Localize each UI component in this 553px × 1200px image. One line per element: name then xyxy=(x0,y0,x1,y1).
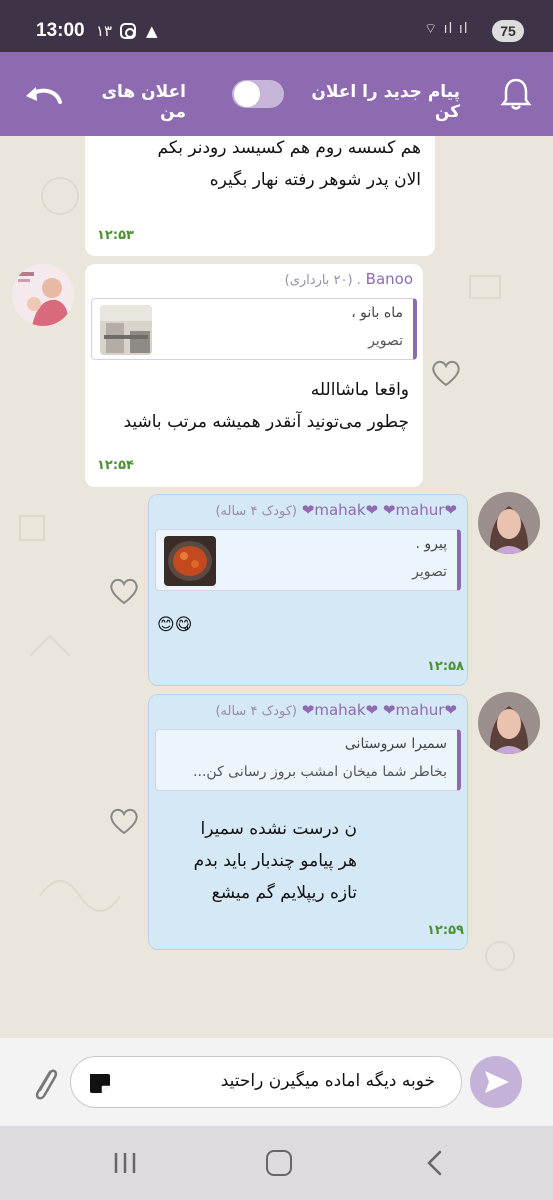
bell-icon[interactable] xyxy=(500,76,532,112)
message-text: واقعا ماشاالله xyxy=(310,380,409,400)
notify-new-message-label: پیام جدید را اعلان کن xyxy=(311,82,460,122)
message-text: الان پدر شوهر رفته نهار بگیره xyxy=(209,170,421,190)
heart-react-icon[interactable] xyxy=(108,576,140,606)
message-bubble[interactable]: هم کسسه روم هم کسیسد رودنر بکم الان پدر … xyxy=(85,136,435,256)
message-time: ۱۲:۵۴ xyxy=(97,458,134,473)
triangle-app-icon: ▲ xyxy=(146,22,158,40)
recent-apps-icon[interactable] xyxy=(112,1151,138,1175)
sender-name-text: ❤mahak❤ ❤mahur❤ xyxy=(301,501,457,519)
heart-react-icon[interactable] xyxy=(430,358,462,388)
avatar[interactable] xyxy=(12,264,74,326)
reply-text: تصویر xyxy=(412,564,447,580)
reply-text: تصویر xyxy=(368,333,403,349)
send-icon xyxy=(485,1071,509,1093)
paperclip-icon[interactable] xyxy=(28,1064,62,1104)
reply-author: ماه بانو ، xyxy=(351,305,403,321)
reply-image-thumbnail xyxy=(100,305,152,355)
sticker-icon[interactable] xyxy=(87,1071,113,1095)
my-notifications-link[interactable]: اعلان های من xyxy=(70,82,186,122)
send-button[interactable] xyxy=(470,1056,522,1108)
message-text: تازه ریپلایم گم میشع xyxy=(211,883,357,903)
message-bubble[interactable]: Banoo . (۲۰ بارداری) ماه بانو ، تصویر وا… xyxy=(85,264,423,487)
message-bubble[interactable]: ❤mahak❤ ❤mahur❤ (کودک ۴ ساله) پیرو . تصو… xyxy=(148,494,468,686)
reply-text: بخاطر شما میخان امشب بروز رسانی کن... xyxy=(193,764,447,780)
reply-author: سمیرا سروستانی xyxy=(344,736,447,752)
chat-area[interactable]: هم کسسه روم هم کسیسد رودنر بکم الان پدر … xyxy=(0,136,553,1038)
message-bubble[interactable]: ❤mahak❤ ❤mahur❤ (کودک ۴ ساله) سمیرا سروس… xyxy=(148,694,468,950)
reply-quote[interactable]: پیرو . تصویر xyxy=(155,529,461,591)
sender-name[interactable]: Banoo . (۲۰ بارداری) xyxy=(285,270,413,288)
avatar[interactable] xyxy=(478,692,540,754)
message-time: ۱۲:۵۸ xyxy=(427,659,464,674)
reply-quote[interactable]: ماه بانو ، تصویر xyxy=(91,298,417,360)
notify-toggle[interactable] xyxy=(232,80,284,108)
message-time: ۱۲:۵۹ xyxy=(427,923,464,938)
signal-icon: ⌔ ıl ıl xyxy=(424,21,469,37)
battery-icon: 75 xyxy=(492,20,524,42)
system-nav-bar xyxy=(0,1126,553,1200)
message-text: 😋😊 xyxy=(157,615,193,635)
message-text: هم کسسه روم هم کسیسد رودنر بکم xyxy=(157,138,421,158)
message-input[interactable]: خوبه دیگه اماده میگیرن راحتید xyxy=(70,1056,462,1108)
instagram-icon xyxy=(120,23,136,39)
clock: 13:00 xyxy=(36,20,85,41)
sender-name[interactable]: ❤mahak❤ ❤mahur❤ (کودک ۴ ساله) xyxy=(215,701,457,719)
app-header: پیام جدید را اعلان کن اعلان های من xyxy=(0,52,553,136)
message-composer: خوبه دیگه اماده میگیرن راحتید xyxy=(0,1038,553,1126)
reply-quote[interactable]: سمیرا سروستانی بخاطر شما میخان امشب بروز… xyxy=(155,729,461,791)
sender-name-text: ❤mahak❤ ❤mahur❤ xyxy=(301,701,457,719)
sender-name-text: Banoo xyxy=(365,270,413,288)
sender-subtitle: (کودک ۴ ساله) xyxy=(215,504,297,519)
sender-name[interactable]: ❤mahak❤ ❤mahur❤ (کودک ۴ ساله) xyxy=(215,501,457,519)
message-input-text: خوبه دیگه اماده میگیرن راحتید xyxy=(220,1071,435,1091)
nav-back-icon[interactable] xyxy=(424,1150,444,1176)
status-bar: 13:00 ۱۳ ▲ ⌔ ıl ıl 75 xyxy=(0,0,553,52)
sender-subtitle: . (۲۰ بارداری) xyxy=(284,273,361,288)
sender-subtitle: (کودک ۴ ساله) xyxy=(215,704,297,719)
notification-count: ۱۳ xyxy=(96,22,113,40)
back-arrow-icon[interactable] xyxy=(22,82,64,108)
reply-author: پیرو . xyxy=(415,536,447,552)
avatar[interactable] xyxy=(478,492,540,554)
reply-image-thumbnail xyxy=(164,536,216,586)
toggle-knob xyxy=(234,81,260,107)
message-time: ۱۲:۵۳ xyxy=(97,228,134,243)
home-icon[interactable] xyxy=(266,1150,292,1176)
message-text: چطور می‌تونید آنقدر همیشه مرتب باشید xyxy=(123,412,409,432)
message-text: ن درست نشده سمیرا xyxy=(200,819,357,839)
message-text: هر پیامو چندبار باید بدم xyxy=(193,851,357,871)
heart-react-icon[interactable] xyxy=(108,806,140,836)
